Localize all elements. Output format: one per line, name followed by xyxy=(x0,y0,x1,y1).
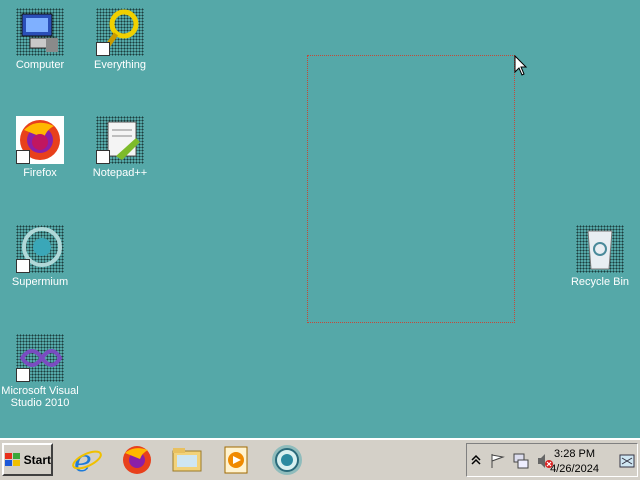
desktop-icon-label: Notepad++ xyxy=(92,167,148,179)
taskbar-firefox[interactable] xyxy=(120,443,154,477)
start-button[interactable]: Start xyxy=(2,443,53,476)
computer-icon xyxy=(16,8,64,56)
media-player-icon xyxy=(224,446,248,474)
notepadpp-icon xyxy=(96,116,144,164)
taskbar: Start e 3:28 PM 4/26/2024 xyxy=(0,438,640,480)
selection-rectangle xyxy=(307,55,515,323)
show-hidden-icons-icon[interactable] xyxy=(471,454,481,466)
desktop-icon-label: Recycle Bin xyxy=(570,276,630,288)
file-explorer-icon xyxy=(172,448,202,472)
shortcut-arrow-icon xyxy=(16,259,30,273)
desktop-icon-label: Everything xyxy=(94,59,146,71)
firefox-icon xyxy=(16,116,64,164)
desktop-icon-label: Computer xyxy=(15,59,65,71)
mouse-cursor-icon xyxy=(514,55,528,76)
desktop-icon-recycle-bin[interactable]: Recycle Bin xyxy=(560,225,640,288)
desktop-icon-everything[interactable]: Everything xyxy=(80,8,160,71)
everything-search-icon xyxy=(96,8,144,56)
clock[interactable]: 3:28 PM 4/26/2024 xyxy=(550,447,599,477)
recycle-bin-icon xyxy=(576,225,624,273)
taskbar-internet-explorer[interactable]: e xyxy=(70,443,104,479)
desktop-icon-label: Firefox xyxy=(23,167,57,179)
desktop-icon-notepadpp[interactable]: Notepad++ xyxy=(80,116,160,179)
desktop-icon-label: Supermium xyxy=(11,276,69,288)
clock-time: 3:28 PM xyxy=(554,448,596,460)
desktop-icon-computer[interactable]: Computer xyxy=(0,8,80,71)
shortcut-arrow-icon xyxy=(96,42,110,56)
windows-logo-icon xyxy=(5,452,20,466)
show-desktop-icon[interactable] xyxy=(619,454,635,468)
internet-explorer-icon: e xyxy=(72,444,102,479)
supermium-icon xyxy=(272,445,302,475)
taskbar-file-explorer[interactable] xyxy=(170,443,204,477)
desktop-icon-visual-studio[interactable]: Microsoft Visual Studio 2010 xyxy=(0,334,80,409)
network-icon[interactable] xyxy=(513,453,529,469)
taskbar-supermium[interactable] xyxy=(270,443,304,477)
desktop-icon-firefox[interactable]: Firefox xyxy=(0,116,80,179)
shortcut-arrow-icon xyxy=(16,368,30,382)
shortcut-arrow-icon xyxy=(96,150,110,164)
shortcut-arrow-icon xyxy=(16,150,30,164)
desktop-icon-supermium[interactable]: Supermium xyxy=(0,225,80,288)
start-label: Start xyxy=(23,452,51,467)
desktop-icon-label: Microsoft Visual Studio 2010 xyxy=(1,385,79,409)
system-tray: 3:28 PM 4/26/2024 xyxy=(466,443,638,477)
action-center-flag-icon[interactable] xyxy=(489,453,505,469)
taskbar-media-player[interactable] xyxy=(220,443,254,477)
clock-date: 4/26/2024 xyxy=(550,463,599,475)
supermium-icon xyxy=(16,225,64,273)
firefox-icon xyxy=(123,446,151,474)
visual-studio-icon xyxy=(16,334,64,382)
